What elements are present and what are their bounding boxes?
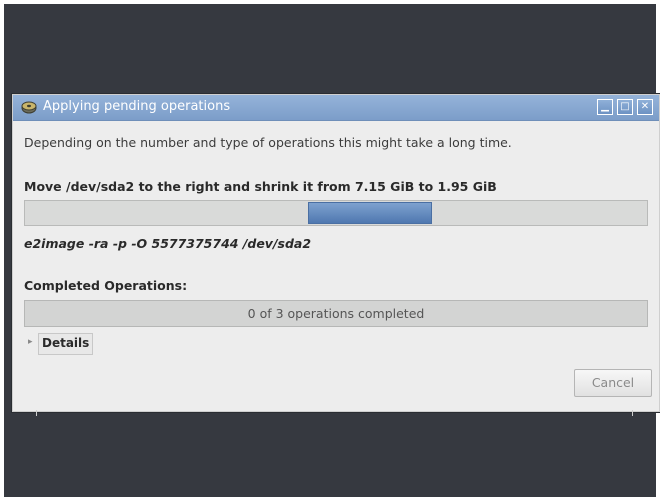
current-operation-label: Move /dev/sda2 to the right and shrink i… xyxy=(24,179,497,194)
current-command-text: e2image -ra -p -O 5577375744 /dev/sda2 xyxy=(24,236,312,251)
window-edge xyxy=(36,410,37,416)
expander-arrow-icon[interactable]: ▸ xyxy=(28,338,37,347)
window-edge xyxy=(632,410,633,416)
title-bar[interactable]: Applying pending operations ▁ □ ✕ xyxy=(13,95,659,121)
minimize-button[interactable]: ▁ xyxy=(597,99,613,115)
apply-operations-dialog: Applying pending operations ▁ □ ✕ Depend… xyxy=(12,94,660,412)
gparted-icon xyxy=(21,101,37,114)
cancel-button[interactable]: Cancel xyxy=(574,369,652,397)
current-operation-progress-bar xyxy=(24,200,648,226)
completed-operations-progress-bar: 0 of 3 operations completed xyxy=(24,300,648,327)
info-text: Depending on the number and type of oper… xyxy=(24,135,512,150)
maximize-button[interactable]: □ xyxy=(617,99,633,115)
window-title: Applying pending operations xyxy=(43,99,231,114)
completed-operations-label: Completed Operations: xyxy=(24,278,188,293)
close-button[interactable]: ✕ xyxy=(637,99,653,115)
details-label[interactable]: Details xyxy=(38,333,94,355)
progress-fill xyxy=(308,202,432,224)
